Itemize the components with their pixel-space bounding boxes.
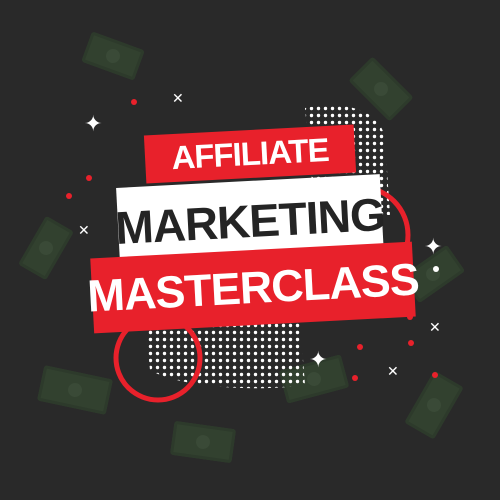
dot-icon <box>352 375 358 381</box>
headline-line-3: MASTERCLASS <box>86 252 420 322</box>
dot-icon <box>433 266 439 272</box>
halftone-dot-pattern <box>145 320 305 389</box>
dot-icon <box>66 193 72 199</box>
dot-icon <box>408 340 414 346</box>
cross-icon: ✕ <box>429 320 441 336</box>
dot-icon <box>357 344 363 350</box>
sparkle-icon: ✦ <box>84 112 103 137</box>
sparkle-icon: ✦ <box>309 348 328 373</box>
cross-icon: ✕ <box>387 364 399 380</box>
headline-line-1: AFFILIATE <box>170 130 330 177</box>
sparkle-icon: ✦ <box>424 235 443 260</box>
dot-icon <box>131 99 137 105</box>
dot-icon <box>432 372 438 378</box>
dot-icon <box>86 175 92 181</box>
cross-icon: ✕ <box>172 91 184 107</box>
cross-icon: ✕ <box>78 223 90 239</box>
promo-graphic: ✦ ✦ ✦ ✕ ✕ ✕ ✕ AFFILIATE MARKETING MASTER… <box>0 0 500 500</box>
